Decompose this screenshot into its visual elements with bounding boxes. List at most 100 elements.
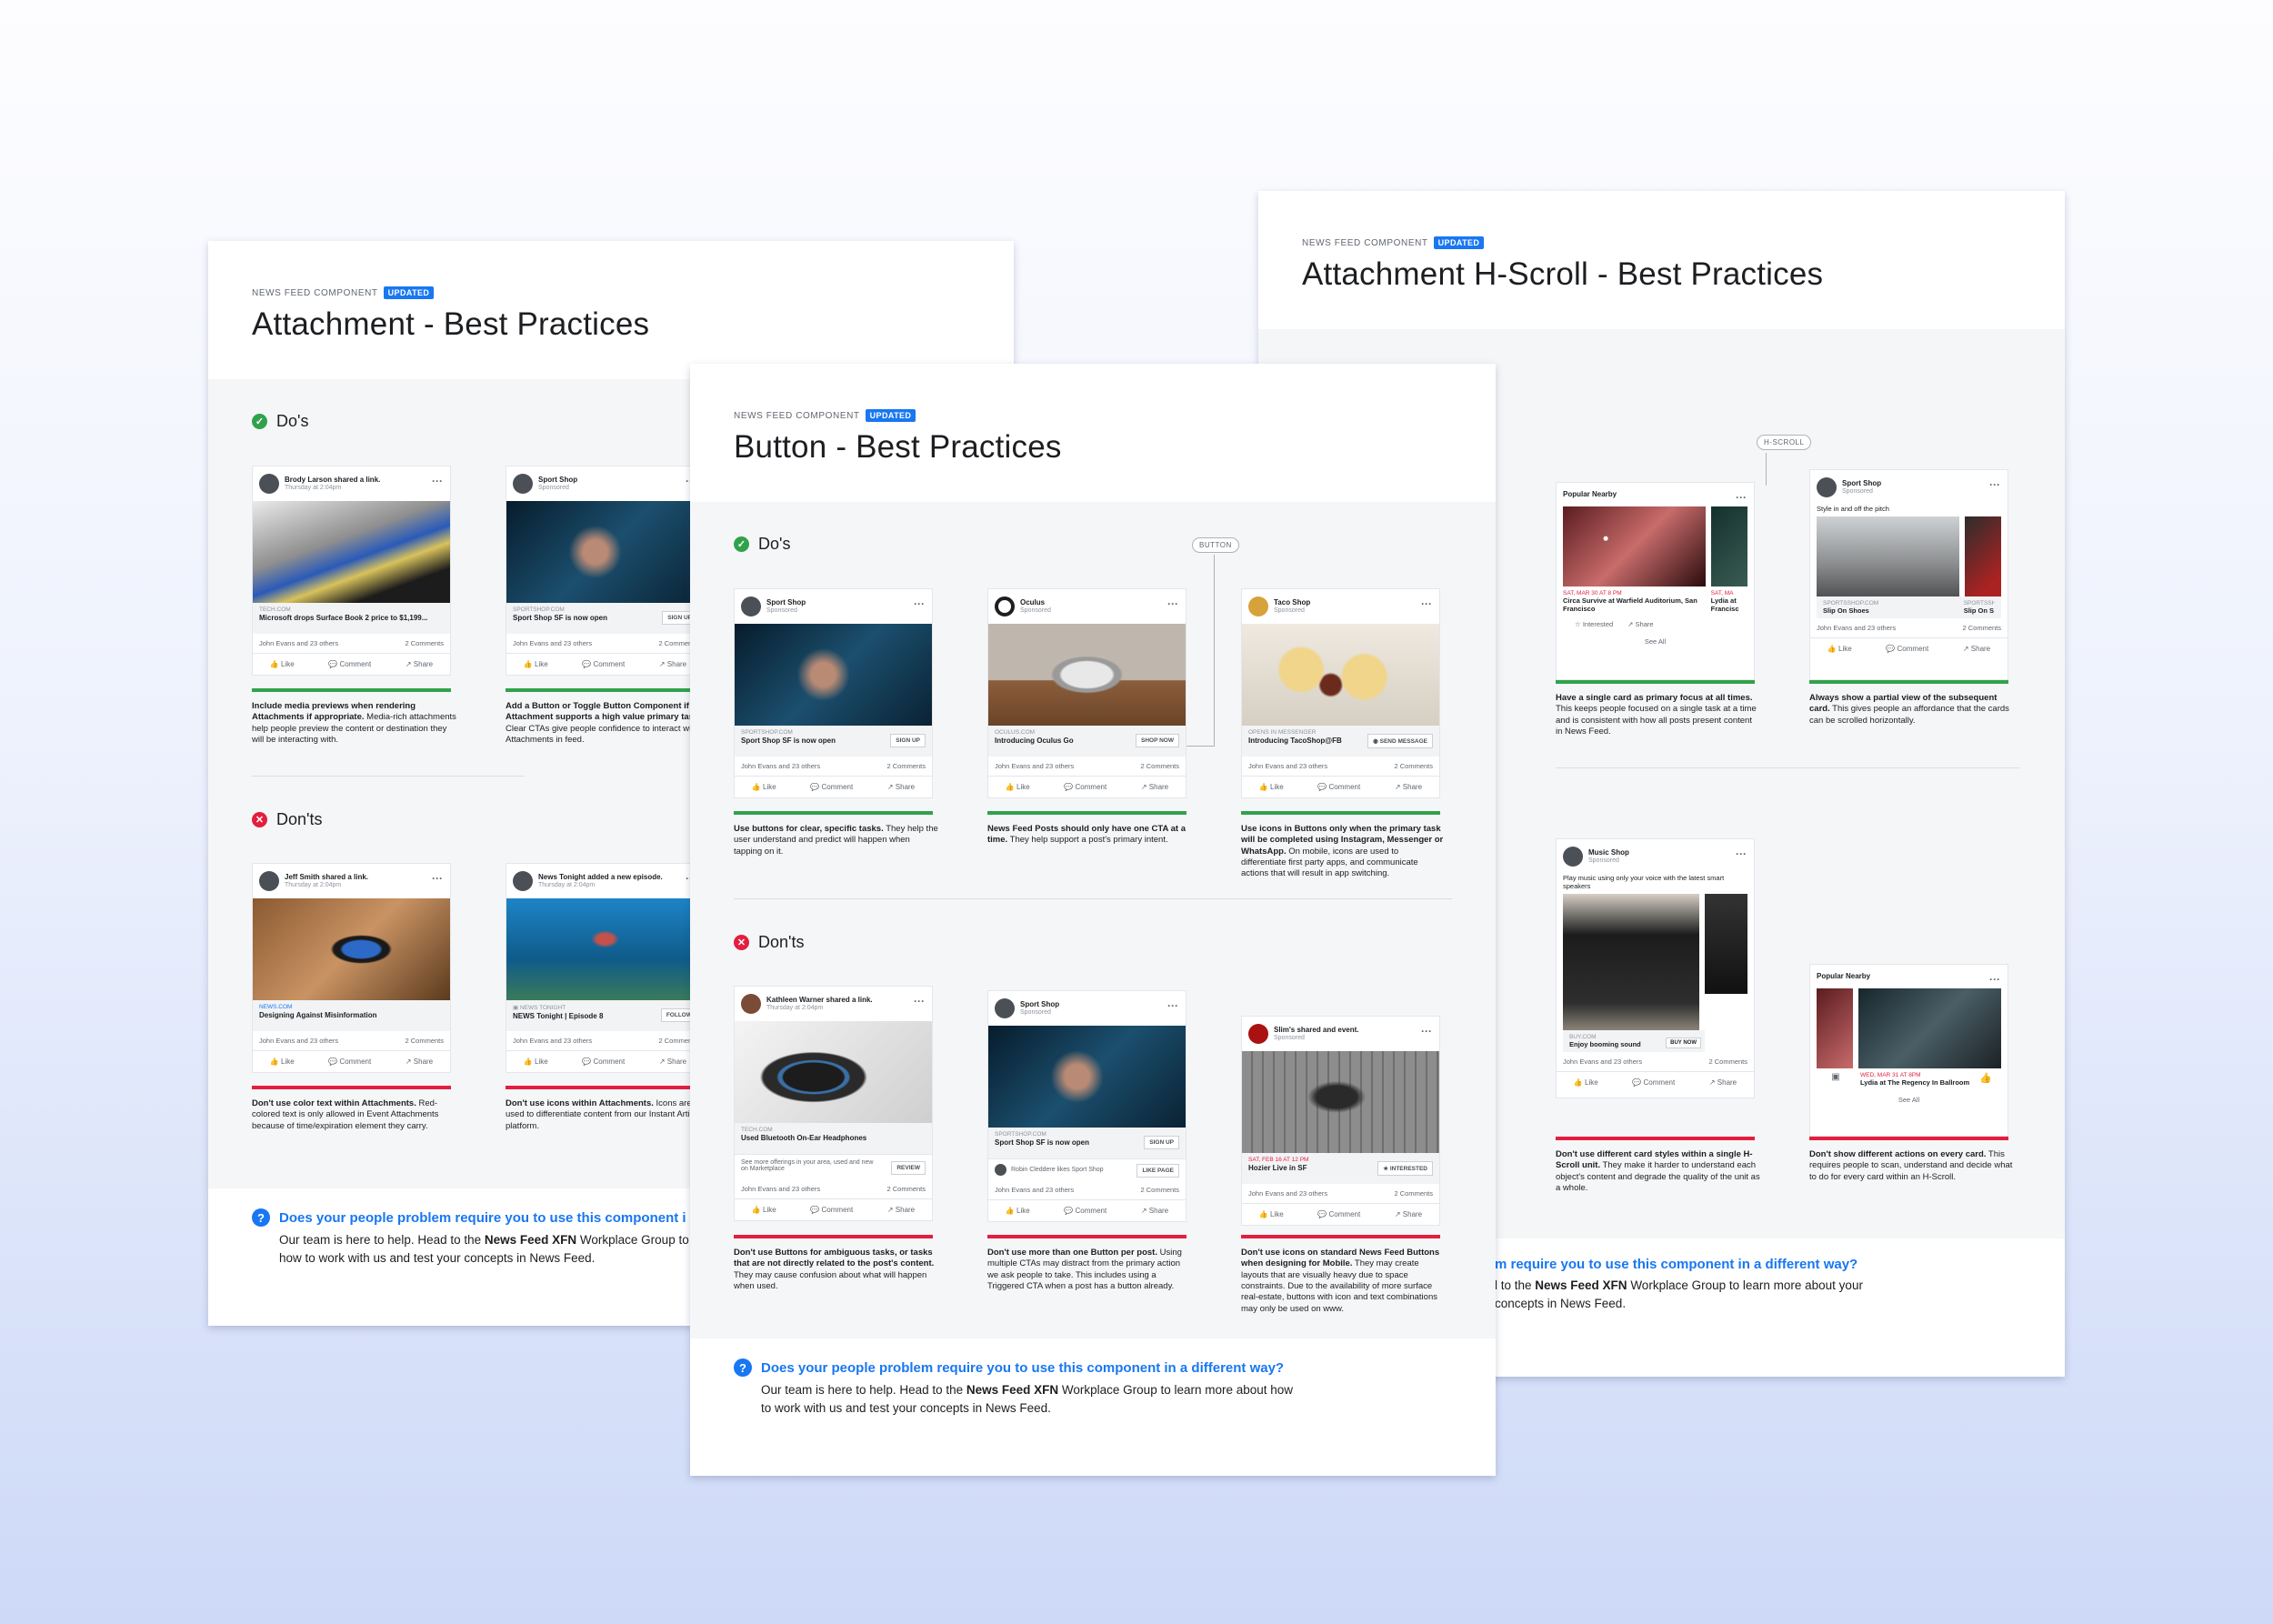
reactions[interactable]: John Evans and 23 others [259, 639, 338, 647]
like-button[interactable]: 👍 Like [1006, 783, 1030, 791]
more-icon[interactable]: ··· [1736, 491, 1747, 504]
share-button[interactable]: ↗ Share [1395, 1210, 1422, 1218]
comment-button[interactable]: 💬 Comment [328, 1058, 371, 1066]
headline[interactable]: Microsoft drops Surface Book 2 price to … [259, 614, 444, 622]
sign-up-button[interactable]: SIGN UP [890, 734, 926, 747]
like-button[interactable]: 👍 Like [752, 1206, 776, 1214]
interested-button[interactable]: ★ INTERESTED [1377, 1161, 1433, 1176]
comment-button[interactable]: 💬 Comment [582, 660, 625, 668]
reactions[interactable]: John Evans and 23 others [513, 1037, 592, 1045]
question-icon: ? [252, 1208, 270, 1227]
share-button[interactable]: ↗ Share [406, 1058, 433, 1066]
sign-up-button[interactable]: SIGN UP [1144, 1136, 1179, 1149]
share-button[interactable]: ↗ Share [1963, 645, 1990, 653]
dont-bar [252, 1086, 451, 1089]
more-icon[interactable]: ··· [1989, 973, 2000, 986]
share-button[interactable]: ↗ Share [1141, 783, 1168, 791]
comment-count[interactable]: 2 Comments [405, 1037, 444, 1045]
reactions[interactable]: John Evans and 23 others [741, 762, 820, 770]
more-icon[interactable]: ··· [432, 872, 443, 885]
comment-button[interactable]: 💬 Comment [1064, 1207, 1106, 1215]
comment-button[interactable]: 💬 Comment [810, 783, 853, 791]
like-icon[interactable]: 👍 [1979, 1072, 1992, 1087]
more-icon[interactable]: ··· [914, 995, 925, 1007]
share-button[interactable]: ↗ Share [887, 1206, 915, 1214]
shoes-image [1817, 516, 1959, 596]
reactions[interactable]: John Evans and 23 others [1248, 762, 1327, 770]
card-author: Oculus [1020, 597, 1046, 606]
dont-bar [1241, 1235, 1440, 1238]
comment-button[interactable]: 💬 Comment [810, 1206, 853, 1214]
see-all-link[interactable]: See All [1810, 1090, 2008, 1109]
shop-now-button[interactable]: SHOP NOW [1136, 734, 1179, 747]
reactions[interactable]: John Evans and 23 others [1563, 1058, 1642, 1066]
more-icon[interactable]: ··· [1989, 478, 2000, 491]
comment-button[interactable]: 💬 Comment [1064, 783, 1106, 791]
comment-count[interactable]: 2 Comments [1140, 762, 1179, 770]
like-button[interactable]: 👍 Like [752, 783, 776, 791]
more-icon[interactable]: ··· [914, 597, 925, 610]
comment-button[interactable]: 💬 Comment [1317, 783, 1360, 791]
comment-button[interactable]: 💬 Comment [328, 660, 371, 668]
more-icon[interactable]: ··· [1736, 847, 1747, 860]
send-message-button[interactable]: ◉ SEND MESSAGE [1367, 734, 1433, 748]
buy-now-button[interactable]: BUY NOW [1666, 1038, 1701, 1048]
do-bar [252, 688, 451, 692]
caption: Include media previews when rendering At… [252, 701, 456, 746]
like-button[interactable]: 👍 Like [1574, 1078, 1598, 1087]
share-button[interactable]: ↗ Share [659, 1058, 686, 1066]
share-button[interactable]: ↗ Share [1627, 620, 1653, 628]
comment-count[interactable]: 2 Comments [1708, 1058, 1747, 1066]
headline[interactable]: Used Bluetooth On-Ear Headphones [741, 1134, 926, 1142]
comment-count[interactable]: 2 Comments [1140, 1186, 1179, 1194]
reactions[interactable]: John Evans and 23 others [259, 1037, 338, 1045]
more-icon[interactable]: ··· [1167, 999, 1178, 1012]
reactions[interactable]: John Evans and 23 others [1817, 624, 1896, 632]
reactions[interactable]: John Evans and 23 others [1248, 1189, 1327, 1198]
like-button[interactable]: 👍 Like [524, 1058, 548, 1066]
comment-button[interactable]: 💬 Comment [1886, 645, 1928, 653]
comment-count[interactable]: 2 Comments [405, 639, 444, 647]
comment-count[interactable]: 2 Comments [886, 762, 926, 770]
share-button[interactable]: ↗ Share [887, 783, 915, 791]
more-icon[interactable]: ··· [1421, 1025, 1432, 1038]
reactions[interactable]: John Evans and 23 others [741, 1185, 820, 1193]
comment-button[interactable]: 💬 Comment [1317, 1210, 1360, 1218]
hscroll-dont-card-events: Popular Nearby ··· ▣ WED, MAR 31 AT 8PM Ly… [1809, 964, 2008, 1137]
review-button[interactable]: REVIEW [891, 1161, 926, 1175]
button-footer: ? Does your people problem require you to… [690, 1338, 1496, 1476]
calendar-icon[interactable]: ▣ [1817, 1072, 1855, 1087]
like-page-button[interactable]: LIKE PAGE [1136, 1164, 1179, 1178]
more-icon[interactable]: ··· [1167, 597, 1178, 610]
comment-count[interactable]: 2 Comments [886, 1185, 926, 1193]
comment-count[interactable]: 2 Comments [1394, 762, 1433, 770]
headline[interactable]: Designing Against Misinformation [259, 1011, 444, 1019]
comment-button[interactable]: 💬 Comment [1632, 1078, 1675, 1087]
more-icon[interactable]: ··· [432, 475, 443, 487]
marketplace-text: See more offerings in your area, used an… [741, 1159, 874, 1172]
like-button[interactable]: 👍 Like [1259, 1210, 1284, 1218]
share-button[interactable]: ↗ Share [1141, 1207, 1168, 1215]
like-button[interactable]: 👍 Like [524, 660, 548, 668]
more-icon[interactable]: ··· [1421, 597, 1432, 610]
interested-button[interactable]: ☆ Interested [1575, 620, 1613, 628]
comment-count[interactable]: 2 Comments [1394, 1189, 1433, 1198]
like-button[interactable]: 👍 Like [1006, 1207, 1030, 1215]
like-button[interactable]: 👍 Like [1259, 783, 1284, 791]
like-button[interactable]: 👍 Like [1827, 645, 1852, 653]
share-button[interactable]: ↗ Share [406, 660, 433, 668]
reactions[interactable]: John Evans and 23 others [995, 1186, 1074, 1194]
share-button[interactable]: ↗ Share [659, 660, 686, 668]
donts-heading: ✕ Don'ts [252, 810, 322, 829]
reactions[interactable]: John Evans and 23 others [513, 639, 592, 647]
like-button[interactable]: 👍 Like [270, 660, 295, 668]
share-button[interactable]: ↗ Share [1709, 1078, 1737, 1087]
reactions[interactable]: John Evans and 23 others [995, 762, 1074, 770]
share-button[interactable]: ↗ Share [1395, 783, 1422, 791]
card-author: Sport Shop [1020, 999, 1060, 1008]
domain: TECH.COM [741, 1127, 773, 1133]
see-all-link[interactable]: See All [1557, 632, 1754, 651]
like-button[interactable]: 👍 Like [270, 1058, 295, 1066]
comment-count[interactable]: 2 Comments [1962, 624, 2001, 632]
comment-button[interactable]: 💬 Comment [582, 1058, 625, 1066]
